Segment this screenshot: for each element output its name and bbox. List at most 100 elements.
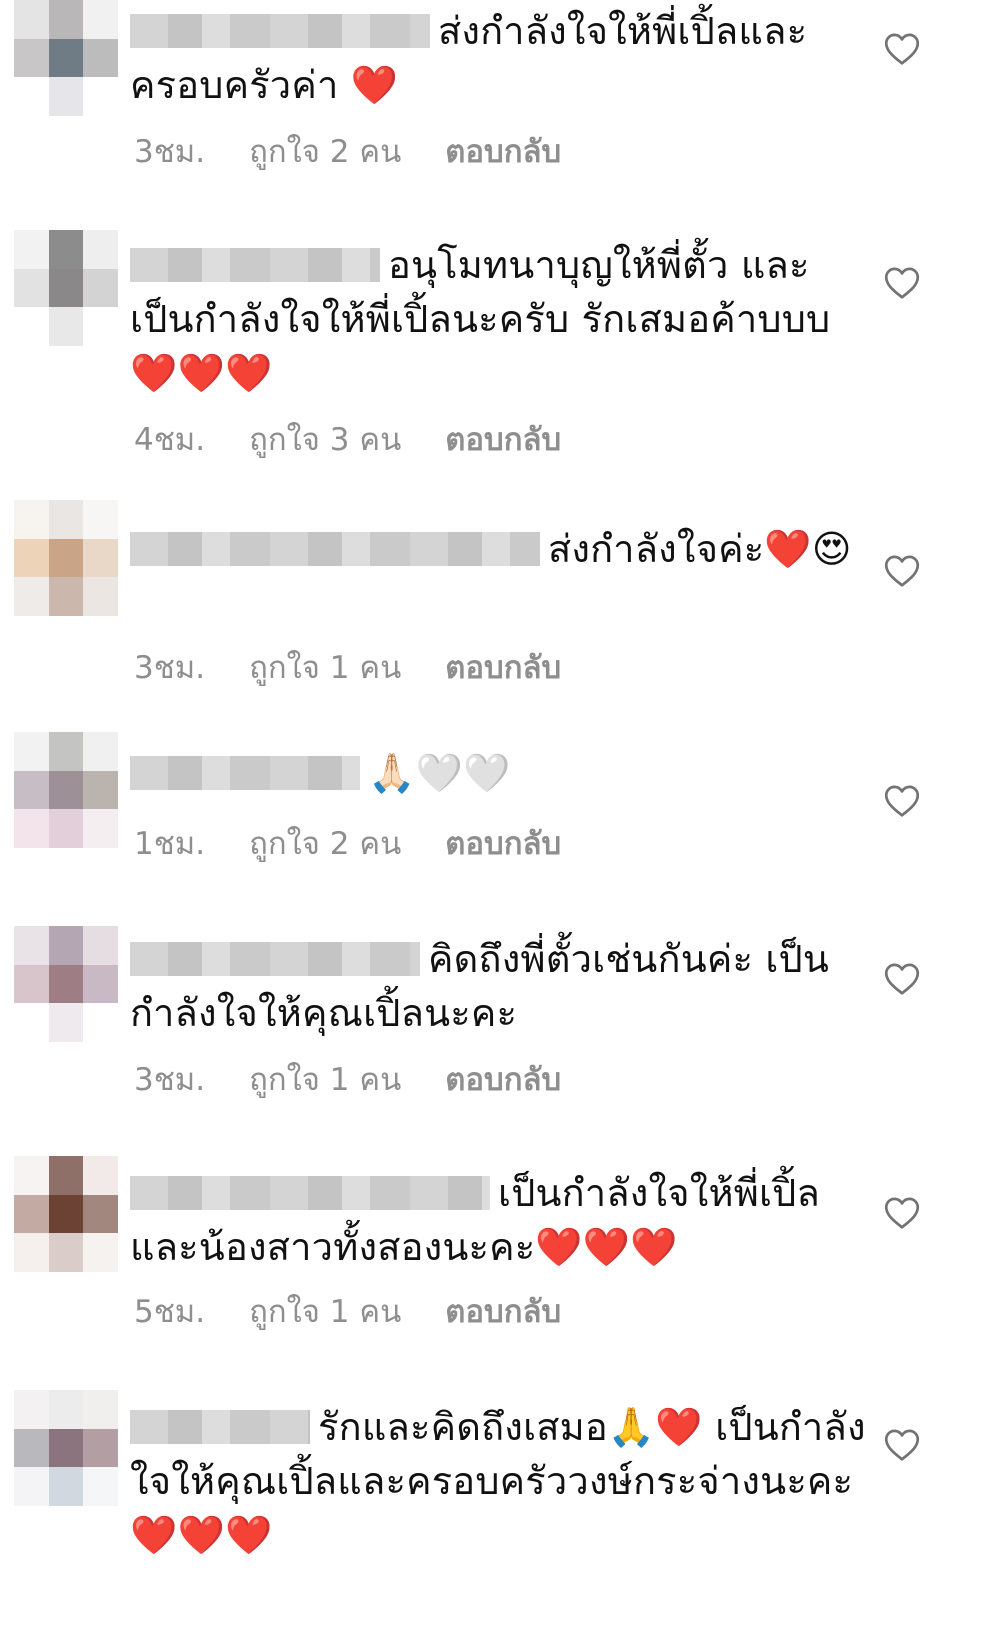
avatar-pixel: [14, 809, 49, 848]
heart-outline-icon: [884, 33, 920, 65]
avatar-pixel: [48, 0, 84, 39]
avatar-pixel: [14, 0, 49, 39]
reply-button[interactable]: ตอบกลับ: [445, 1054, 561, 1104]
likes-count[interactable]: ถูกใจ 2 คน: [249, 126, 401, 176]
avatar-pixel: [48, 1156, 84, 1195]
heart-outline-icon: [884, 1197, 920, 1229]
avatar-pixel: [83, 577, 118, 616]
avatar[interactable]: [14, 1156, 118, 1272]
avatar-pixel: [83, 500, 118, 539]
avatar[interactable]: [14, 732, 118, 848]
comment-text: รักและคิดถึงเสมอ🙏❤️ เป็นกำลังใจให้คุณเปิ…: [130, 1405, 866, 1557]
likes-count[interactable]: ถูกใจ 3 คน: [249, 414, 401, 464]
like-heart-icon[interactable]: [884, 32, 920, 66]
reply-button[interactable]: ตอบกลับ: [445, 126, 561, 176]
avatar-pixel: [48, 538, 84, 578]
avatar-pixel: [48, 230, 84, 269]
avatar-pixel: [83, 230, 118, 269]
avatar-pixel: [83, 1233, 118, 1272]
likes-count[interactable]: ถูกใจ 1 คน: [249, 1054, 401, 1104]
like-heart-icon[interactable]: [884, 1196, 920, 1230]
avatar[interactable]: [14, 1390, 118, 1506]
comment-text: 🙏🏻🤍🤍: [130, 746, 870, 800]
avatar-pixel: [83, 1194, 118, 1234]
reply-button[interactable]: ตอบกลับ: [445, 414, 561, 464]
avatar-pixel: [14, 268, 49, 308]
avatar-pixel: [83, 809, 118, 848]
avatar-pixel: [14, 538, 49, 578]
avatar-pixel: [83, 732, 118, 771]
avatar-pixel: [48, 577, 84, 616]
avatar-pixel: [14, 1428, 49, 1468]
like-heart-icon[interactable]: [884, 962, 920, 996]
avatar-pixel: [14, 1194, 49, 1234]
avatar-pixel: [48, 1428, 84, 1468]
avatar-pixel: [83, 926, 118, 965]
likes-count[interactable]: ถูกใจ 1 คน: [249, 1286, 401, 1336]
comment-text: คิดถึงพี่ตั้วเช่นกันค่ะ เป็นกำลังใจให้คุ…: [130, 937, 830, 1035]
username-blurred[interactable]: [130, 532, 540, 566]
username-blurred[interactable]: [130, 1410, 310, 1444]
avatar-pixel: [48, 77, 84, 116]
avatar-pixel: [83, 1156, 118, 1195]
avatar[interactable]: [14, 926, 118, 1042]
comment-meta: 3ชม. ถูกใจ 2 คน ตอบกลับ: [134, 126, 561, 176]
avatar-pixel: [83, 770, 118, 810]
heart-outline-icon: [884, 1429, 920, 1461]
comment-time: 5ชม.: [134, 1294, 206, 1330]
comment-time: 3ชม.: [134, 1062, 206, 1098]
avatar-pixel: [83, 538, 118, 578]
comment-meta: 3ชม. ถูกใจ 1 คน ตอบกลับ: [134, 642, 561, 692]
avatar-pixel: [83, 1003, 118, 1042]
likes-count[interactable]: ถูกใจ 2 คน: [249, 818, 401, 868]
comment-text: ส่งกำลังใจให้พี่เปิ้ลและครอบครัวค่า ❤️: [130, 9, 808, 107]
comment-time: 3ชม.: [134, 650, 206, 686]
like-heart-icon[interactable]: [884, 554, 920, 588]
comment-meta: 1ชม. ถูกใจ 2 คน ตอบกลับ: [134, 818, 561, 868]
avatar[interactable]: [14, 0, 118, 116]
likes-count[interactable]: ถูกใจ 1 คน: [249, 642, 401, 692]
username-blurred[interactable]: [130, 14, 430, 48]
username-blurred[interactable]: [130, 248, 380, 282]
avatar-pixel: [48, 809, 84, 848]
avatar-pixel: [48, 1467, 84, 1506]
comment-time: 1ชม.: [134, 826, 206, 862]
avatar-pixel: [48, 1003, 84, 1042]
comment-time: 4ชม.: [134, 422, 206, 458]
reply-button[interactable]: ตอบกลับ: [445, 642, 561, 692]
avatar-pixel: [48, 1194, 84, 1234]
avatar-pixel: [14, 38, 49, 78]
avatar-pixel: [48, 964, 84, 1004]
avatar-pixel: [83, 307, 118, 346]
avatar-pixel: [14, 230, 49, 269]
avatar-pixel: [14, 1003, 49, 1042]
avatar-pixel: [14, 500, 49, 539]
avatar-pixel: [83, 1467, 118, 1506]
like-heart-icon[interactable]: [884, 266, 920, 300]
like-heart-icon[interactable]: [884, 784, 920, 818]
comment-meta: 4ชม. ถูกใจ 3 คน ตอบกลับ: [134, 414, 561, 464]
avatar-pixel: [83, 964, 118, 1004]
avatar-pixel: [83, 77, 118, 116]
avatar-pixel: [48, 268, 84, 308]
avatar-pixel: [14, 77, 49, 116]
reply-button[interactable]: ตอบกลับ: [445, 1286, 561, 1336]
username-blurred[interactable]: [130, 756, 360, 790]
username-blurred[interactable]: [130, 1176, 490, 1210]
comment-text: ส่งกำลังใจค่ะ❤️😍: [130, 522, 870, 576]
avatar[interactable]: [14, 500, 118, 616]
avatar-pixel: [14, 926, 49, 965]
like-heart-icon[interactable]: [884, 1428, 920, 1462]
comment-meta: 3ชม. ถูกใจ 1 คน ตอบกลับ: [134, 1054, 561, 1104]
username-blurred[interactable]: [130, 942, 420, 976]
avatar-pixel: [48, 1390, 84, 1429]
avatar-pixel: [14, 1233, 49, 1272]
avatar-pixel: [14, 577, 49, 616]
avatar[interactable]: [14, 230, 118, 346]
comment-time: 3ชม.: [134, 134, 206, 170]
reply-button[interactable]: ตอบกลับ: [445, 818, 561, 868]
avatar-pixel: [48, 500, 84, 539]
avatar-pixel: [14, 1156, 49, 1195]
avatar-pixel: [48, 38, 84, 78]
avatar-pixel: [83, 38, 118, 78]
